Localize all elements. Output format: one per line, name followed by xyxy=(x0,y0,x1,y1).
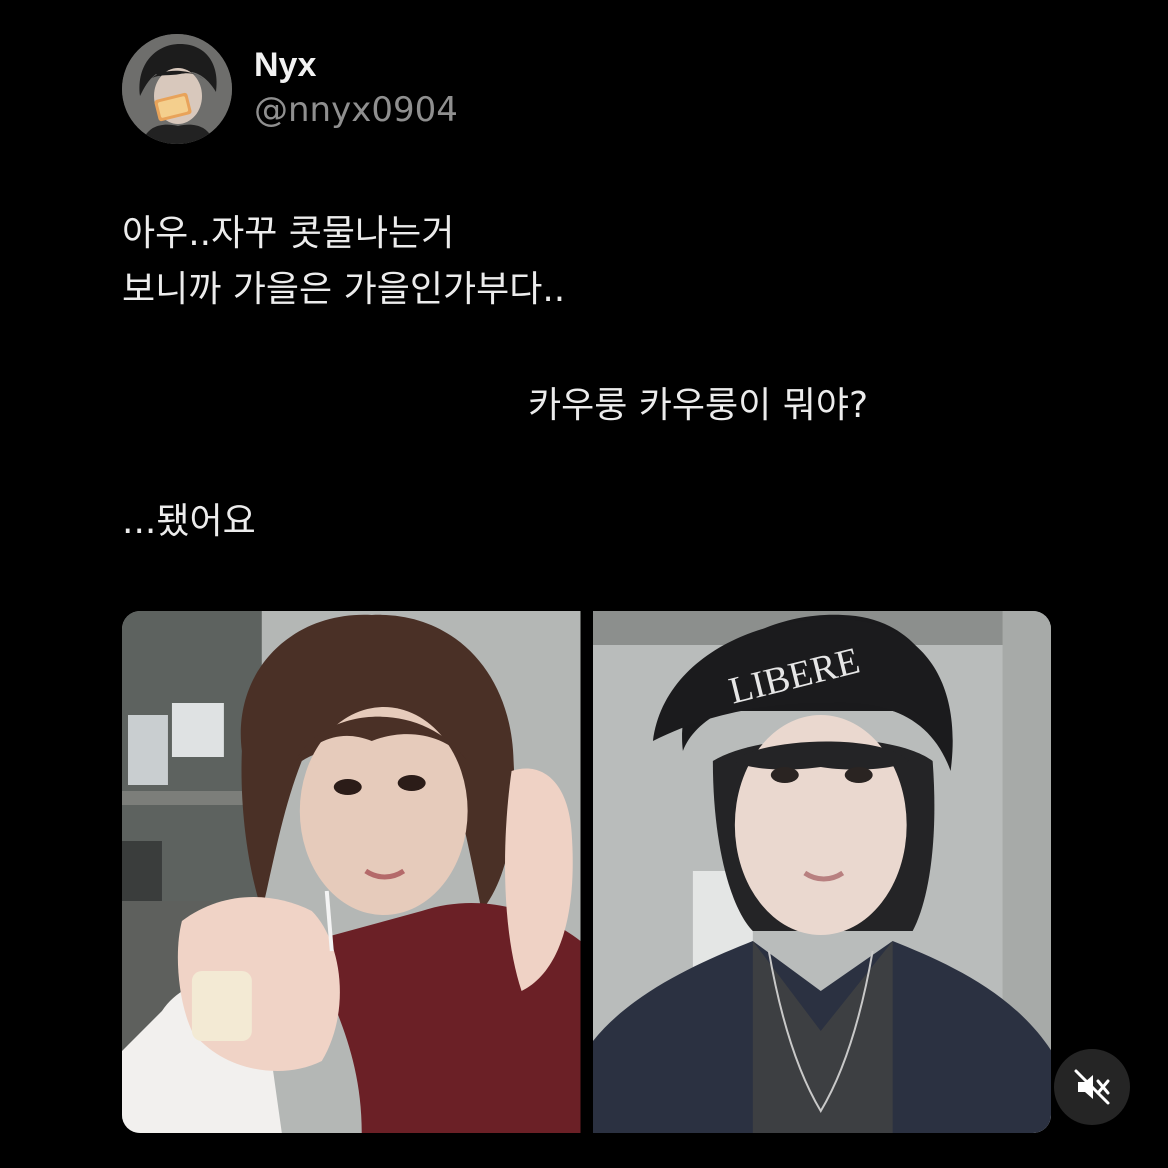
author-handle[interactable]: @nnyx0904 xyxy=(254,87,458,133)
photo-right[interactable]: LIBERE xyxy=(592,611,1051,1133)
author-display-name[interactable]: Nyx xyxy=(254,45,458,85)
mute-button[interactable] xyxy=(1054,1049,1130,1125)
avatar-image xyxy=(122,34,232,144)
avatar[interactable] xyxy=(122,34,232,144)
mute-icon xyxy=(1074,1069,1110,1105)
post-text-1: 아우..자꾸 콧물나는거 보니까 가을은 가을인가부다.. xyxy=(122,213,566,310)
post: Nyx @nnyx0904 아우..자꾸 콧물나는거 보니까 가을은 가을인가부… xyxy=(0,0,1168,1168)
post-text-3: ...됐어요 xyxy=(122,501,256,542)
media-grid: LIBERE xyxy=(122,611,1051,1133)
author-names: Nyx @nnyx0904 xyxy=(254,45,458,133)
photo-right-image: LIBERE xyxy=(592,611,1051,1133)
post-text-2: 카우룽 카우룽이 뭐야? xyxy=(528,385,869,426)
photo-left-image xyxy=(122,611,581,1133)
photo-left[interactable] xyxy=(122,611,581,1133)
post-header: Nyx @nnyx0904 xyxy=(122,34,458,144)
